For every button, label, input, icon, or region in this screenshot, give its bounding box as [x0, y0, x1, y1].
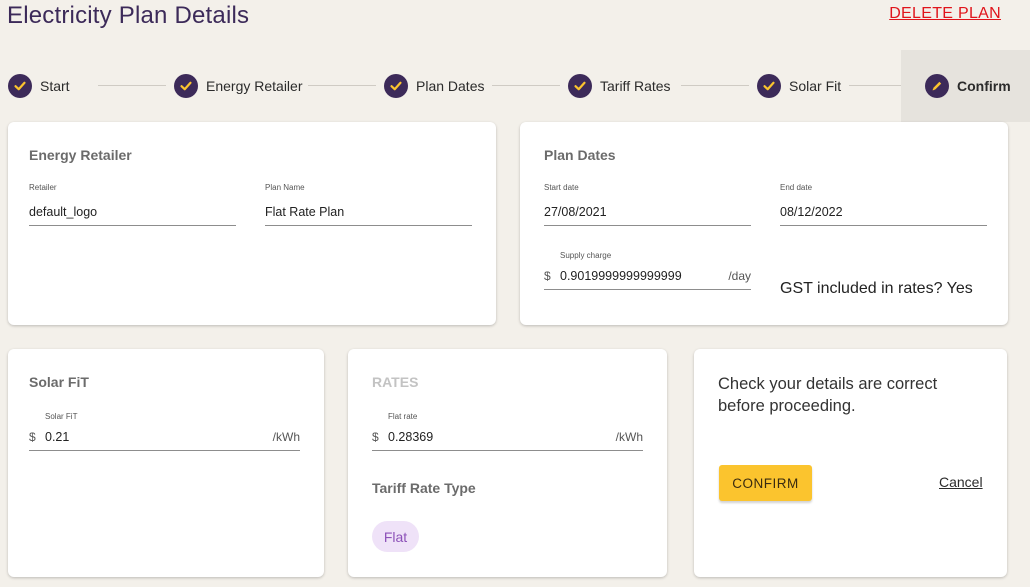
- step-confirm[interactable]: Confirm: [901, 50, 1030, 122]
- currency-prefix: $: [372, 430, 379, 444]
- field-value: 0.21: [45, 430, 70, 444]
- unit-suffix: /kWh: [272, 430, 300, 444]
- unit-suffix: /day: [728, 269, 751, 283]
- end-date-field[interactable]: End date 08/12/2022: [780, 183, 987, 226]
- check-icon: [8, 74, 32, 98]
- step-label: Energy Retailer: [206, 78, 303, 94]
- field-value: 08/12/2022: [780, 205, 843, 219]
- field-label: Supply charge: [560, 251, 612, 260]
- flat-rate-field[interactable]: Flat rate $ 0.28369 /kWh: [372, 412, 643, 451]
- step-solar-fit[interactable]: Solar Fit: [757, 50, 841, 122]
- step-plan-dates[interactable]: Plan Dates: [384, 50, 484, 122]
- step-label: Start: [40, 78, 70, 94]
- step-label: Confirm: [957, 78, 1011, 94]
- field-value: 0.28369: [388, 430, 434, 444]
- tariff-rate-type-title: Tariff Rate Type: [372, 480, 476, 496]
- field-value: default_logo: [29, 205, 98, 219]
- field-value: 27/08/2021: [544, 205, 607, 219]
- retailer-field[interactable]: Retailer default_logo: [29, 183, 236, 226]
- field-value: 0.9019999999999999: [560, 269, 682, 283]
- field-label: End date: [780, 183, 813, 192]
- plan-dates-card: Plan Dates Start date 27/08/2021 End dat…: [520, 122, 1008, 325]
- card-title: Plan Dates: [544, 147, 616, 163]
- check-icon: [174, 74, 198, 98]
- field-label: Flat rate: [388, 412, 418, 421]
- gst-status: GST included in rates? Yes: [780, 280, 973, 297]
- pencil-icon: [925, 74, 949, 98]
- step-label: Tariff Rates: [600, 78, 671, 94]
- card-title: Energy Retailer: [29, 147, 132, 163]
- solar-fit-card: Solar FiT Solar FiT $ 0.21 /kWh: [8, 349, 324, 577]
- page-title: Electricity Plan Details: [7, 2, 250, 29]
- step-label: Solar Fit: [789, 78, 842, 94]
- check-icon: [757, 74, 781, 98]
- step-tariff-rates[interactable]: Tariff Rates: [568, 50, 671, 122]
- step-energy-retailer[interactable]: Energy Retailer: [174, 50, 303, 122]
- card-title: RATES: [372, 374, 419, 390]
- currency-prefix: $: [29, 430, 36, 444]
- check-icon: [568, 74, 592, 98]
- step-label: Plan Dates: [416, 78, 485, 94]
- field-value: Flat Rate Plan: [265, 205, 345, 219]
- cancel-link[interactable]: Cancel: [939, 474, 983, 490]
- stepper: Start Energy Retailer Plan Dates Tariff …: [0, 50, 1030, 122]
- confirm-card: Check your details are correct before pr…: [694, 349, 1007, 577]
- field-label: Solar FiT: [45, 412, 78, 421]
- solar-fit-field[interactable]: Solar FiT $ 0.21 /kWh: [29, 412, 300, 451]
- delete-plan-link[interactable]: DELETE PLAN: [889, 5, 1001, 23]
- step-connector: [308, 85, 376, 86]
- field-label: Start date: [544, 183, 579, 192]
- plan-name-field[interactable]: Plan Name Flat Rate Plan: [265, 183, 472, 226]
- start-date-field[interactable]: Start date 27/08/2021: [544, 183, 751, 226]
- step-start[interactable]: Start: [8, 50, 70, 122]
- confirm-message: Check your details are correct before pr…: [718, 375, 938, 415]
- confirm-button[interactable]: CONFIRM: [719, 465, 812, 501]
- currency-prefix: $: [544, 269, 551, 283]
- rates-card: RATES Flat rate $ 0.28369 /kWh Tariff Ra…: [348, 349, 667, 577]
- field-label: Plan Name: [265, 183, 305, 192]
- step-connector: [681, 85, 749, 86]
- unit-suffix: /kWh: [615, 430, 643, 444]
- step-connector: [492, 85, 560, 86]
- card-title: Solar FiT: [29, 374, 89, 390]
- energy-retailer-card: Energy Retailer Retailer default_logo Pl…: [8, 122, 496, 325]
- tariff-type-chip[interactable]: Flat: [372, 521, 419, 552]
- field-label: Retailer: [29, 183, 57, 192]
- step-connector: [98, 85, 166, 86]
- supply-charge-field[interactable]: Supply charge $ 0.9019999999999999 /day: [544, 251, 751, 290]
- check-icon: [384, 74, 408, 98]
